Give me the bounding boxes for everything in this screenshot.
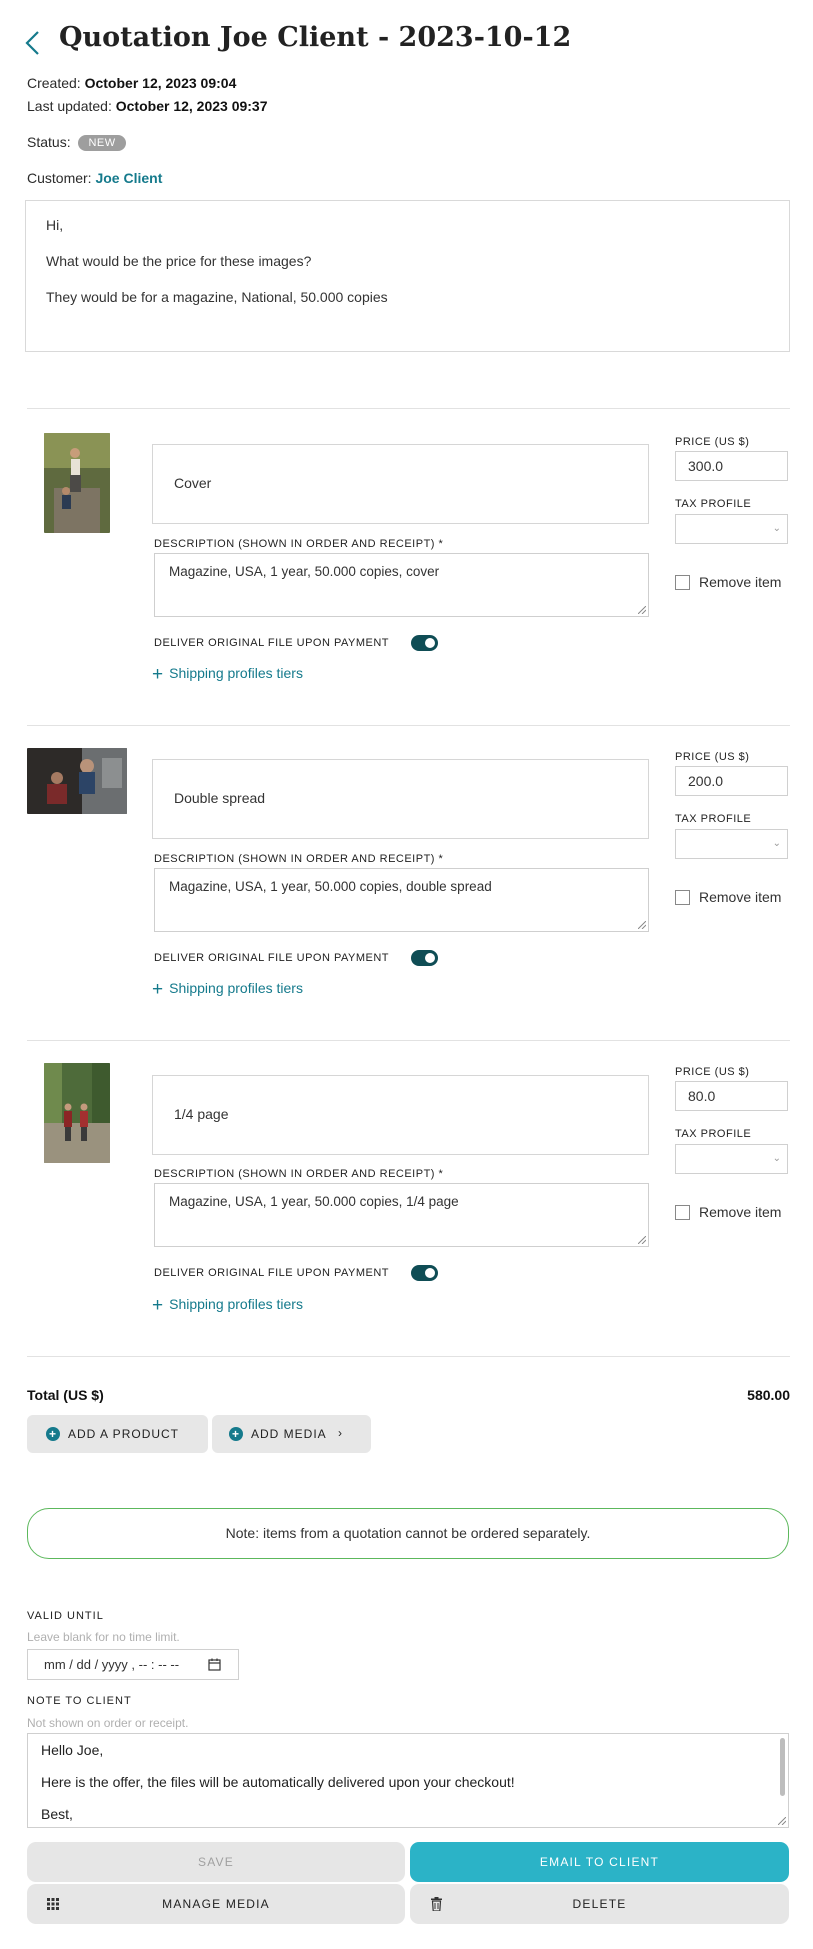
deliver-toggle[interactable] [411, 635, 438, 651]
tax-profile-select[interactable]: ⌄ [675, 1144, 788, 1174]
remove-item-checkbox[interactable] [675, 1205, 690, 1220]
resize-handle-icon[interactable] [638, 606, 646, 614]
description-textarea[interactable]: Magazine, USA, 1 year, 50.000 copies, 1/… [154, 1183, 649, 1247]
price-label: PRICE (US $) [675, 1066, 750, 1078]
tax-profile-select[interactable]: ⌄ [675, 829, 788, 859]
description-label: DESCRIPTION (SHOWN IN ORDER AND RECEIPT)… [154, 538, 444, 550]
updated-date: Last updated: October 12, 2023 09:37 [27, 98, 268, 114]
remove-item-checkbox[interactable] [675, 890, 690, 905]
customer-link[interactable]: Joe Client [95, 170, 162, 186]
note-to-client-label: NOTE TO CLIENT [27, 1695, 132, 1707]
shipping-profiles-link[interactable]: + Shipping profiles tiers [152, 1295, 303, 1317]
divider [27, 408, 790, 409]
description-textarea[interactable]: Magazine, USA, 1 year, 50.000 copies, co… [154, 553, 649, 617]
note-to-client-hint: Not shown on order or receipt. [27, 1716, 189, 1730]
scrollbar[interactable] [780, 1738, 785, 1796]
message-line: Hi, [46, 217, 64, 233]
divider [27, 725, 790, 726]
client-message: Hi, What would be the price for these im… [25, 200, 790, 352]
deliver-label: DELIVER ORIGINAL FILE UPON PAYMENT [154, 637, 390, 649]
valid-until-label: VALID UNTIL [27, 1610, 104, 1622]
item-thumbnail-double-spread[interactable] [27, 748, 127, 814]
description-label: DESCRIPTION (SHOWN IN ORDER AND RECEIPT)… [154, 853, 444, 865]
chevron-down-icon: ⌄ [772, 1153, 781, 1164]
add-media-button[interactable]: + ADD MEDIA › [212, 1415, 371, 1453]
tax-profile-label: TAX PROFILE [675, 498, 752, 510]
save-button[interactable]: SAVE [27, 1842, 405, 1882]
total-value: 580.00 [747, 1387, 790, 1403]
back-arrow-icon[interactable] [22, 28, 44, 58]
deliver-toggle[interactable] [411, 950, 438, 966]
plus-circle-icon: + [46, 1427, 60, 1441]
item-title-field[interactable]: Cover [152, 444, 649, 524]
remove-item-label: Remove item [699, 574, 782, 590]
add-product-button[interactable]: + ADD A PRODUCT [27, 1415, 208, 1453]
valid-until-hint: Leave blank for no time limit. [27, 1630, 180, 1644]
remove-item-checkbox[interactable] [675, 575, 690, 590]
quotation-note: Note: items from a quotation cannot be o… [27, 1508, 789, 1559]
email-to-client-button[interactable]: EMAIL TO CLIENT [410, 1842, 789, 1882]
note-line: Al [41, 1824, 775, 1827]
note-line: Here is the offer, the files will be aut… [41, 1774, 515, 1790]
tax-profile-select[interactable]: ⌄ [675, 514, 788, 544]
delete-button[interactable]: DELETE [410, 1884, 789, 1924]
deliver-toggle[interactable] [411, 1265, 438, 1281]
status-row: Status: NEW [27, 134, 126, 151]
price-label: PRICE (US $) [675, 436, 750, 448]
description-textarea[interactable]: Magazine, USA, 1 year, 50.000 copies, do… [154, 868, 649, 932]
note-line: Best, [41, 1806, 73, 1822]
grid-icon [47, 1898, 59, 1910]
price-label: PRICE (US $) [675, 751, 750, 763]
shipping-profiles-link[interactable]: + Shipping profiles tiers [152, 979, 303, 1001]
item-title-field[interactable]: 1/4 page [152, 1075, 649, 1155]
message-line: They would be for a magazine, National, … [46, 289, 388, 305]
remove-item-label: Remove item [699, 1204, 782, 1220]
divider [27, 1356, 790, 1357]
deliver-label: DELIVER ORIGINAL FILE UPON PAYMENT [154, 1267, 390, 1279]
item-thumbnail-cover[interactable] [44, 433, 110, 533]
note-to-client-textarea[interactable]: Hello Joe, Here is the offer, the files … [27, 1733, 789, 1828]
plus-icon: + [152, 1295, 164, 1316]
description-label: DESCRIPTION (SHOWN IN ORDER AND RECEIPT)… [154, 1168, 444, 1180]
manage-media-button[interactable]: MANAGE MEDIA [27, 1884, 405, 1924]
plus-icon: + [152, 664, 164, 685]
message-line: What would be the price for these images… [46, 253, 312, 269]
chevron-right-icon: › [338, 1426, 343, 1440]
calendar-icon[interactable] [208, 1658, 221, 1671]
divider [27, 1040, 790, 1041]
tax-profile-label: TAX PROFILE [675, 1128, 752, 1140]
resize-handle-icon[interactable] [778, 1817, 786, 1825]
shipping-profiles-link[interactable]: + Shipping profiles tiers [152, 664, 303, 686]
resize-handle-icon[interactable] [638, 921, 646, 929]
valid-until-input[interactable]: mm / dd / yyyy , -- : -- -- [27, 1649, 239, 1680]
price-input[interactable]: 80.0 [675, 1081, 788, 1111]
customer-row: Customer: Joe Client [27, 170, 163, 186]
total-label: Total (US $) [27, 1387, 104, 1403]
plus-circle-icon: + [229, 1427, 243, 1441]
item-thumbnail-quarter-page[interactable] [44, 1063, 110, 1163]
tax-profile-label: TAX PROFILE [675, 813, 752, 825]
deliver-label: DELIVER ORIGINAL FILE UPON PAYMENT [154, 952, 390, 964]
created-date: Created: October 12, 2023 09:04 [27, 75, 237, 91]
trash-icon [431, 1897, 442, 1911]
chevron-down-icon: ⌄ [772, 523, 781, 534]
item-title-field[interactable]: Double spread [152, 759, 649, 839]
resize-handle-icon[interactable] [638, 1236, 646, 1244]
remove-item-label: Remove item [699, 889, 782, 905]
page-title: Quotation Joe Client - 2023-10-12 [59, 22, 572, 53]
price-input[interactable]: 300.0 [675, 451, 788, 481]
note-line: Hello Joe, [41, 1742, 104, 1758]
plus-icon: + [152, 979, 164, 1000]
price-input[interactable]: 200.0 [675, 766, 788, 796]
chevron-down-icon: ⌄ [772, 838, 781, 849]
status-badge: NEW [78, 135, 126, 151]
